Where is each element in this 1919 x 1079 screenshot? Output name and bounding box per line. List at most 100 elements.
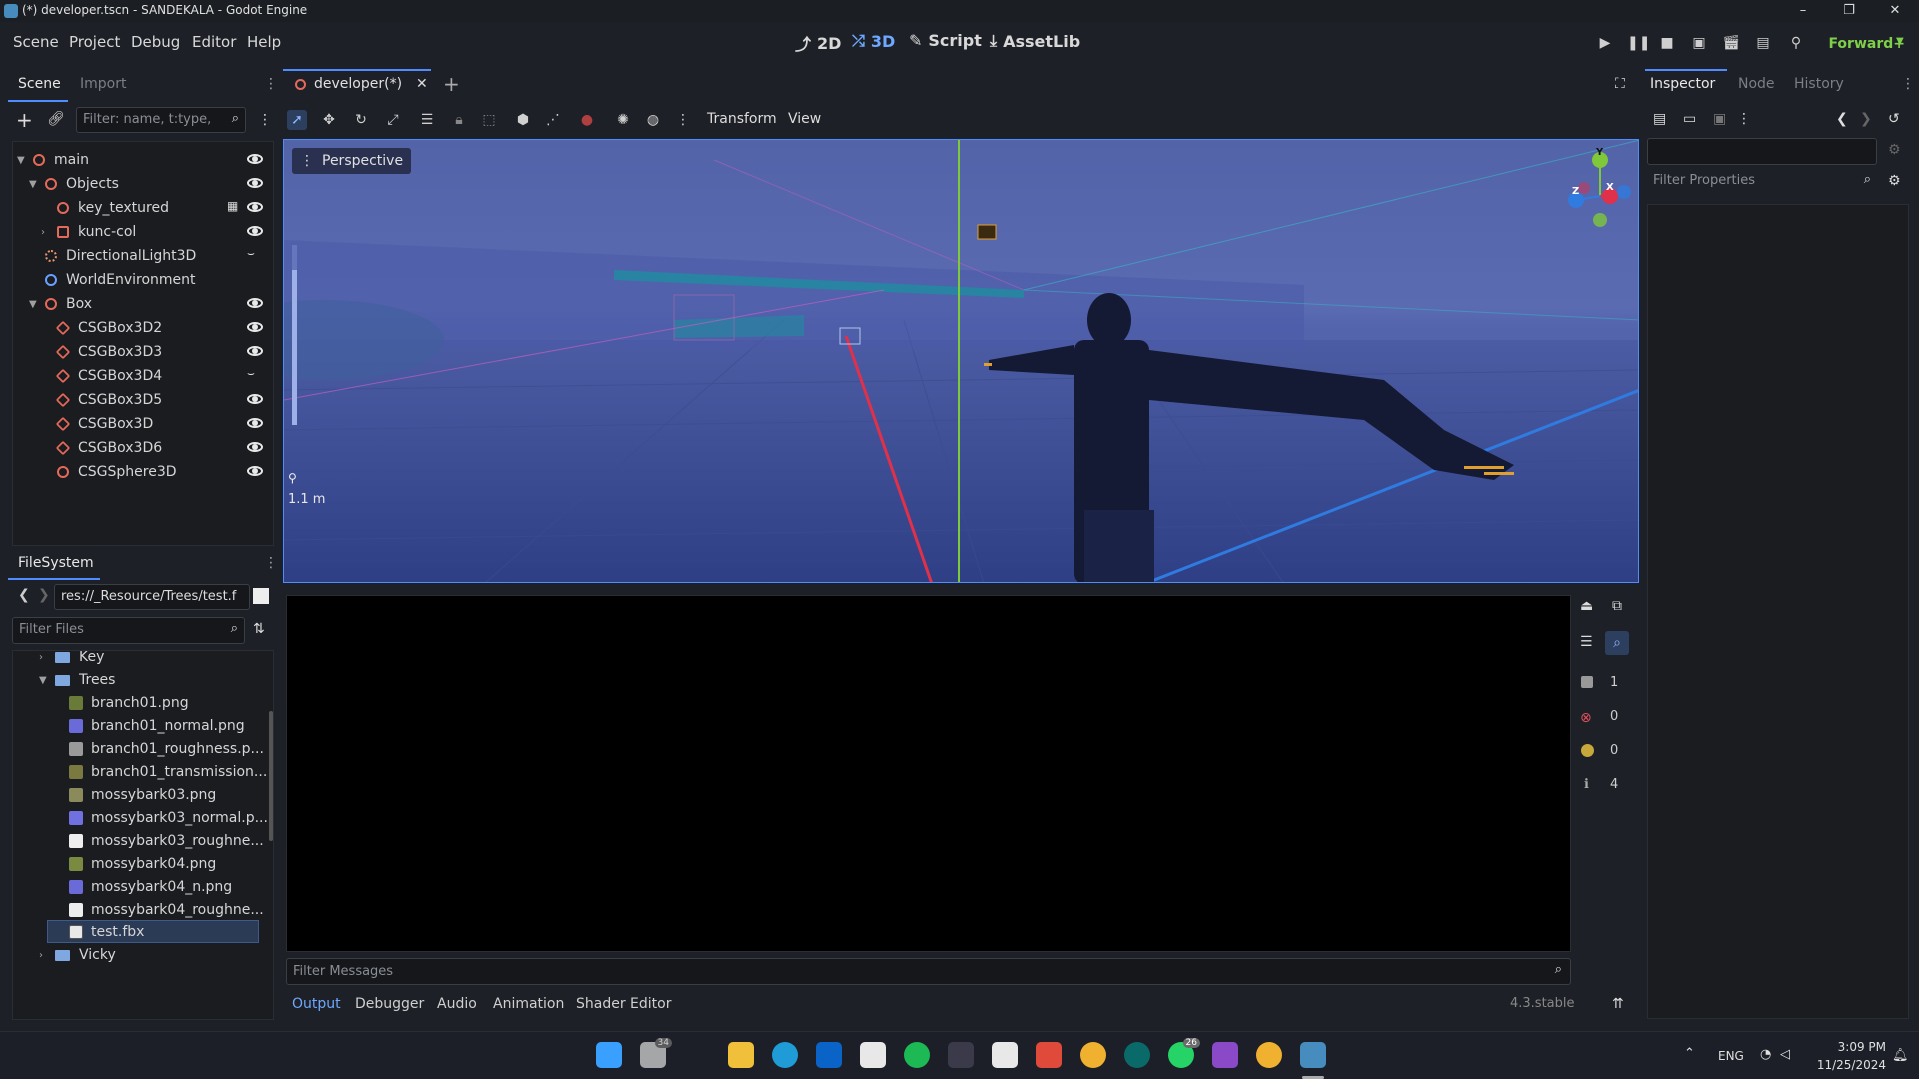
scale-tool-icon[interactable]: ⤢ xyxy=(383,110,403,130)
chevron-right-icon[interactable]: › xyxy=(41,227,53,238)
tab-scene[interactable]: Scene xyxy=(18,76,61,92)
rotate-tool-icon[interactable]: ↻ xyxy=(351,110,371,130)
clock-date[interactable]: 11/25/2024 xyxy=(1816,1058,1886,1072)
sort-icon[interactable]: ⇅ xyxy=(253,621,265,637)
tree-item-directional-light[interactable]: DirectionalLight3D xyxy=(45,244,196,268)
whatsapp-icon[interactable]: 26 xyxy=(1168,1038,1200,1068)
more-options-icon[interactable]: ⋮ xyxy=(1737,111,1751,127)
spotify-icon[interactable] xyxy=(904,1042,930,1068)
menu-scene[interactable]: Scene xyxy=(13,33,59,51)
transform-menu[interactable]: Transform xyxy=(707,111,777,127)
tab-shader-editor[interactable]: Shader Editor xyxy=(576,996,671,1012)
affinity-icon[interactable] xyxy=(1212,1042,1238,1068)
perspective-menu[interactable]: ⋮ Perspective xyxy=(292,148,412,174)
list-select-icon[interactable]: ☰ xyxy=(417,110,437,130)
visibility-eye-icon[interactable] xyxy=(247,394,263,404)
warning-icon[interactable] xyxy=(1581,744,1594,757)
filter-settings-icon[interactable]: ⚙ xyxy=(1888,173,1901,189)
tree-item-csgbox3d2[interactable]: CSGBox3D2 xyxy=(55,316,162,340)
file-item-selected[interactable]: test.fbx xyxy=(69,920,144,944)
tree-item-key-textured[interactable]: key_textured xyxy=(57,196,169,220)
scene-menu-icon[interactable]: ⋮ xyxy=(258,112,272,128)
add-node-icon[interactable]: + xyxy=(16,108,33,132)
camera-preview-icon[interactable]: ● xyxy=(577,110,597,130)
tree-item-csgbox3d6[interactable]: CSGBox3D6 xyxy=(55,436,162,460)
file-item[interactable]: mossybark03.png xyxy=(69,783,216,807)
history-back-icon[interactable]: ❮ xyxy=(1836,111,1848,127)
scrollbar[interactable] xyxy=(269,711,273,841)
tab-debugger[interactable]: Debugger xyxy=(355,996,424,1012)
godot-taskbar-icon[interactable] xyxy=(1300,1042,1326,1068)
tab-output[interactable]: Output xyxy=(292,996,341,1012)
info-icon[interactable]: ℹ xyxy=(1584,777,1589,792)
tab-audio[interactable]: Audio xyxy=(437,996,477,1012)
environment-preview-icon[interactable]: ◍ xyxy=(643,110,663,130)
visibility-eye-icon[interactable] xyxy=(247,178,263,188)
filter-messages-input[interactable]: Filter Messages ⌕ xyxy=(286,958,1571,985)
back-arrow-icon[interactable]: ❮ xyxy=(18,587,30,603)
tree-item-world-environment[interactable]: WorldEnvironment xyxy=(45,268,196,292)
wifi-icon[interactable]: ◔ xyxy=(1760,1047,1771,1062)
group-icon[interactable]: ⬚ xyxy=(479,110,499,130)
pin-icon[interactable]: ⇈ xyxy=(1612,996,1624,1012)
visibility-hidden-icon[interactable]: ⌣ xyxy=(247,366,255,381)
store-icon[interactable] xyxy=(860,1042,886,1068)
tree-item-csgbox3d5[interactable]: CSGBox3D5 xyxy=(55,388,162,412)
output-log[interactable] xyxy=(286,595,1571,952)
more-options-icon[interactable]: ⋮ xyxy=(673,110,693,130)
pause-icon[interactable]: ❚❚ xyxy=(1627,34,1650,52)
filter-files-input[interactable]: Filter Files ⌕ xyxy=(12,617,245,644)
chevron-down-icon[interactable]: ▼ xyxy=(39,675,51,686)
object-path-field[interactable] xyxy=(1647,138,1877,165)
file-item[interactable]: mossybark04_n.png xyxy=(69,875,232,899)
chevron-right-icon[interactable]: › xyxy=(39,950,51,961)
outlook-icon[interactable] xyxy=(816,1042,842,1068)
tray-expand-icon[interactable]: ⌃ xyxy=(1684,1046,1695,1061)
davinci-resolve-icon[interactable] xyxy=(948,1042,974,1068)
distraction-free-icon[interactable]: ⛶ xyxy=(1615,76,1625,92)
tree-item-main[interactable]: ▼ main xyxy=(17,148,89,172)
search-toggle-icon[interactable]: ⌕ xyxy=(1605,631,1629,655)
file-item[interactable]: mossybark04.png xyxy=(69,852,216,876)
clock-time[interactable]: 3:09 PM xyxy=(1836,1040,1886,1054)
forward-arrow-icon[interactable]: ❯ xyxy=(38,587,50,603)
tab-import[interactable]: Import xyxy=(80,76,126,92)
visibility-eye-icon[interactable] xyxy=(247,298,263,308)
wps-office-icon[interactable] xyxy=(1036,1042,1062,1068)
save-icon[interactable]: ▣ xyxy=(1713,111,1726,127)
play-custom-scene-icon[interactable]: ▤ xyxy=(1754,34,1772,52)
visibility-eye-icon[interactable] xyxy=(247,346,263,356)
move-tool-icon[interactable]: ✥ xyxy=(319,110,339,130)
filter-properties-input[interactable]: Filter Properties ⌕ xyxy=(1647,169,1877,195)
file-item[interactable]: branch01_roughness.p... xyxy=(69,737,264,761)
object-history-icon[interactable]: ↺ xyxy=(1888,111,1900,127)
mode-3d-button[interactable]: ⤮ 3D xyxy=(852,31,895,51)
lock-icon[interactable]: 🔒︎ xyxy=(449,110,469,130)
task-view-icon[interactable]: 34 xyxy=(640,1038,672,1068)
chevron-down-icon[interactable]: ▼ xyxy=(29,179,41,190)
local-space-icon[interactable]: ⬢ xyxy=(513,110,533,130)
error-icon[interactable]: ⊗ xyxy=(1580,710,1592,726)
notepad-icon[interactable] xyxy=(992,1042,1018,1068)
app-circle-icon[interactable] xyxy=(1124,1042,1150,1068)
tab-node[interactable]: Node xyxy=(1738,76,1775,92)
history-forward-icon[interactable]: ❯ xyxy=(1860,111,1872,127)
tree-item-objects[interactable]: ▼ Objects xyxy=(29,172,119,196)
collapse-icon[interactable]: ☰ xyxy=(1580,634,1593,650)
open-folder-icon[interactable]: ▭ xyxy=(1683,111,1696,127)
file-item[interactable]: branch01_normal.png xyxy=(69,714,245,738)
play-icon[interactable]: ▶ xyxy=(1596,34,1614,52)
tree-item-csgbox3d[interactable]: CSGBox3D xyxy=(55,412,153,436)
object-tools-icon[interactable]: ⚙ xyxy=(1888,142,1901,158)
snap-icon[interactable]: ⋰ xyxy=(543,110,563,130)
file-item[interactable]: mossybark03_normal.p... xyxy=(69,806,268,830)
renderer-selector[interactable]: Forward+ xyxy=(1828,36,1905,52)
file-item[interactable]: mossybark04_roughne... xyxy=(69,898,264,922)
dock-menu-icon[interactable]: ⋮ xyxy=(264,76,278,92)
minimize-button[interactable]: – xyxy=(1780,0,1826,22)
sun-preview-icon[interactable]: ✺ xyxy=(613,110,633,130)
add-tab-button[interactable]: + xyxy=(443,72,460,96)
new-resource-icon[interactable]: ▤ xyxy=(1653,111,1666,127)
message-icon[interactable] xyxy=(1581,676,1593,688)
split-view-icon[interactable] xyxy=(253,588,269,604)
